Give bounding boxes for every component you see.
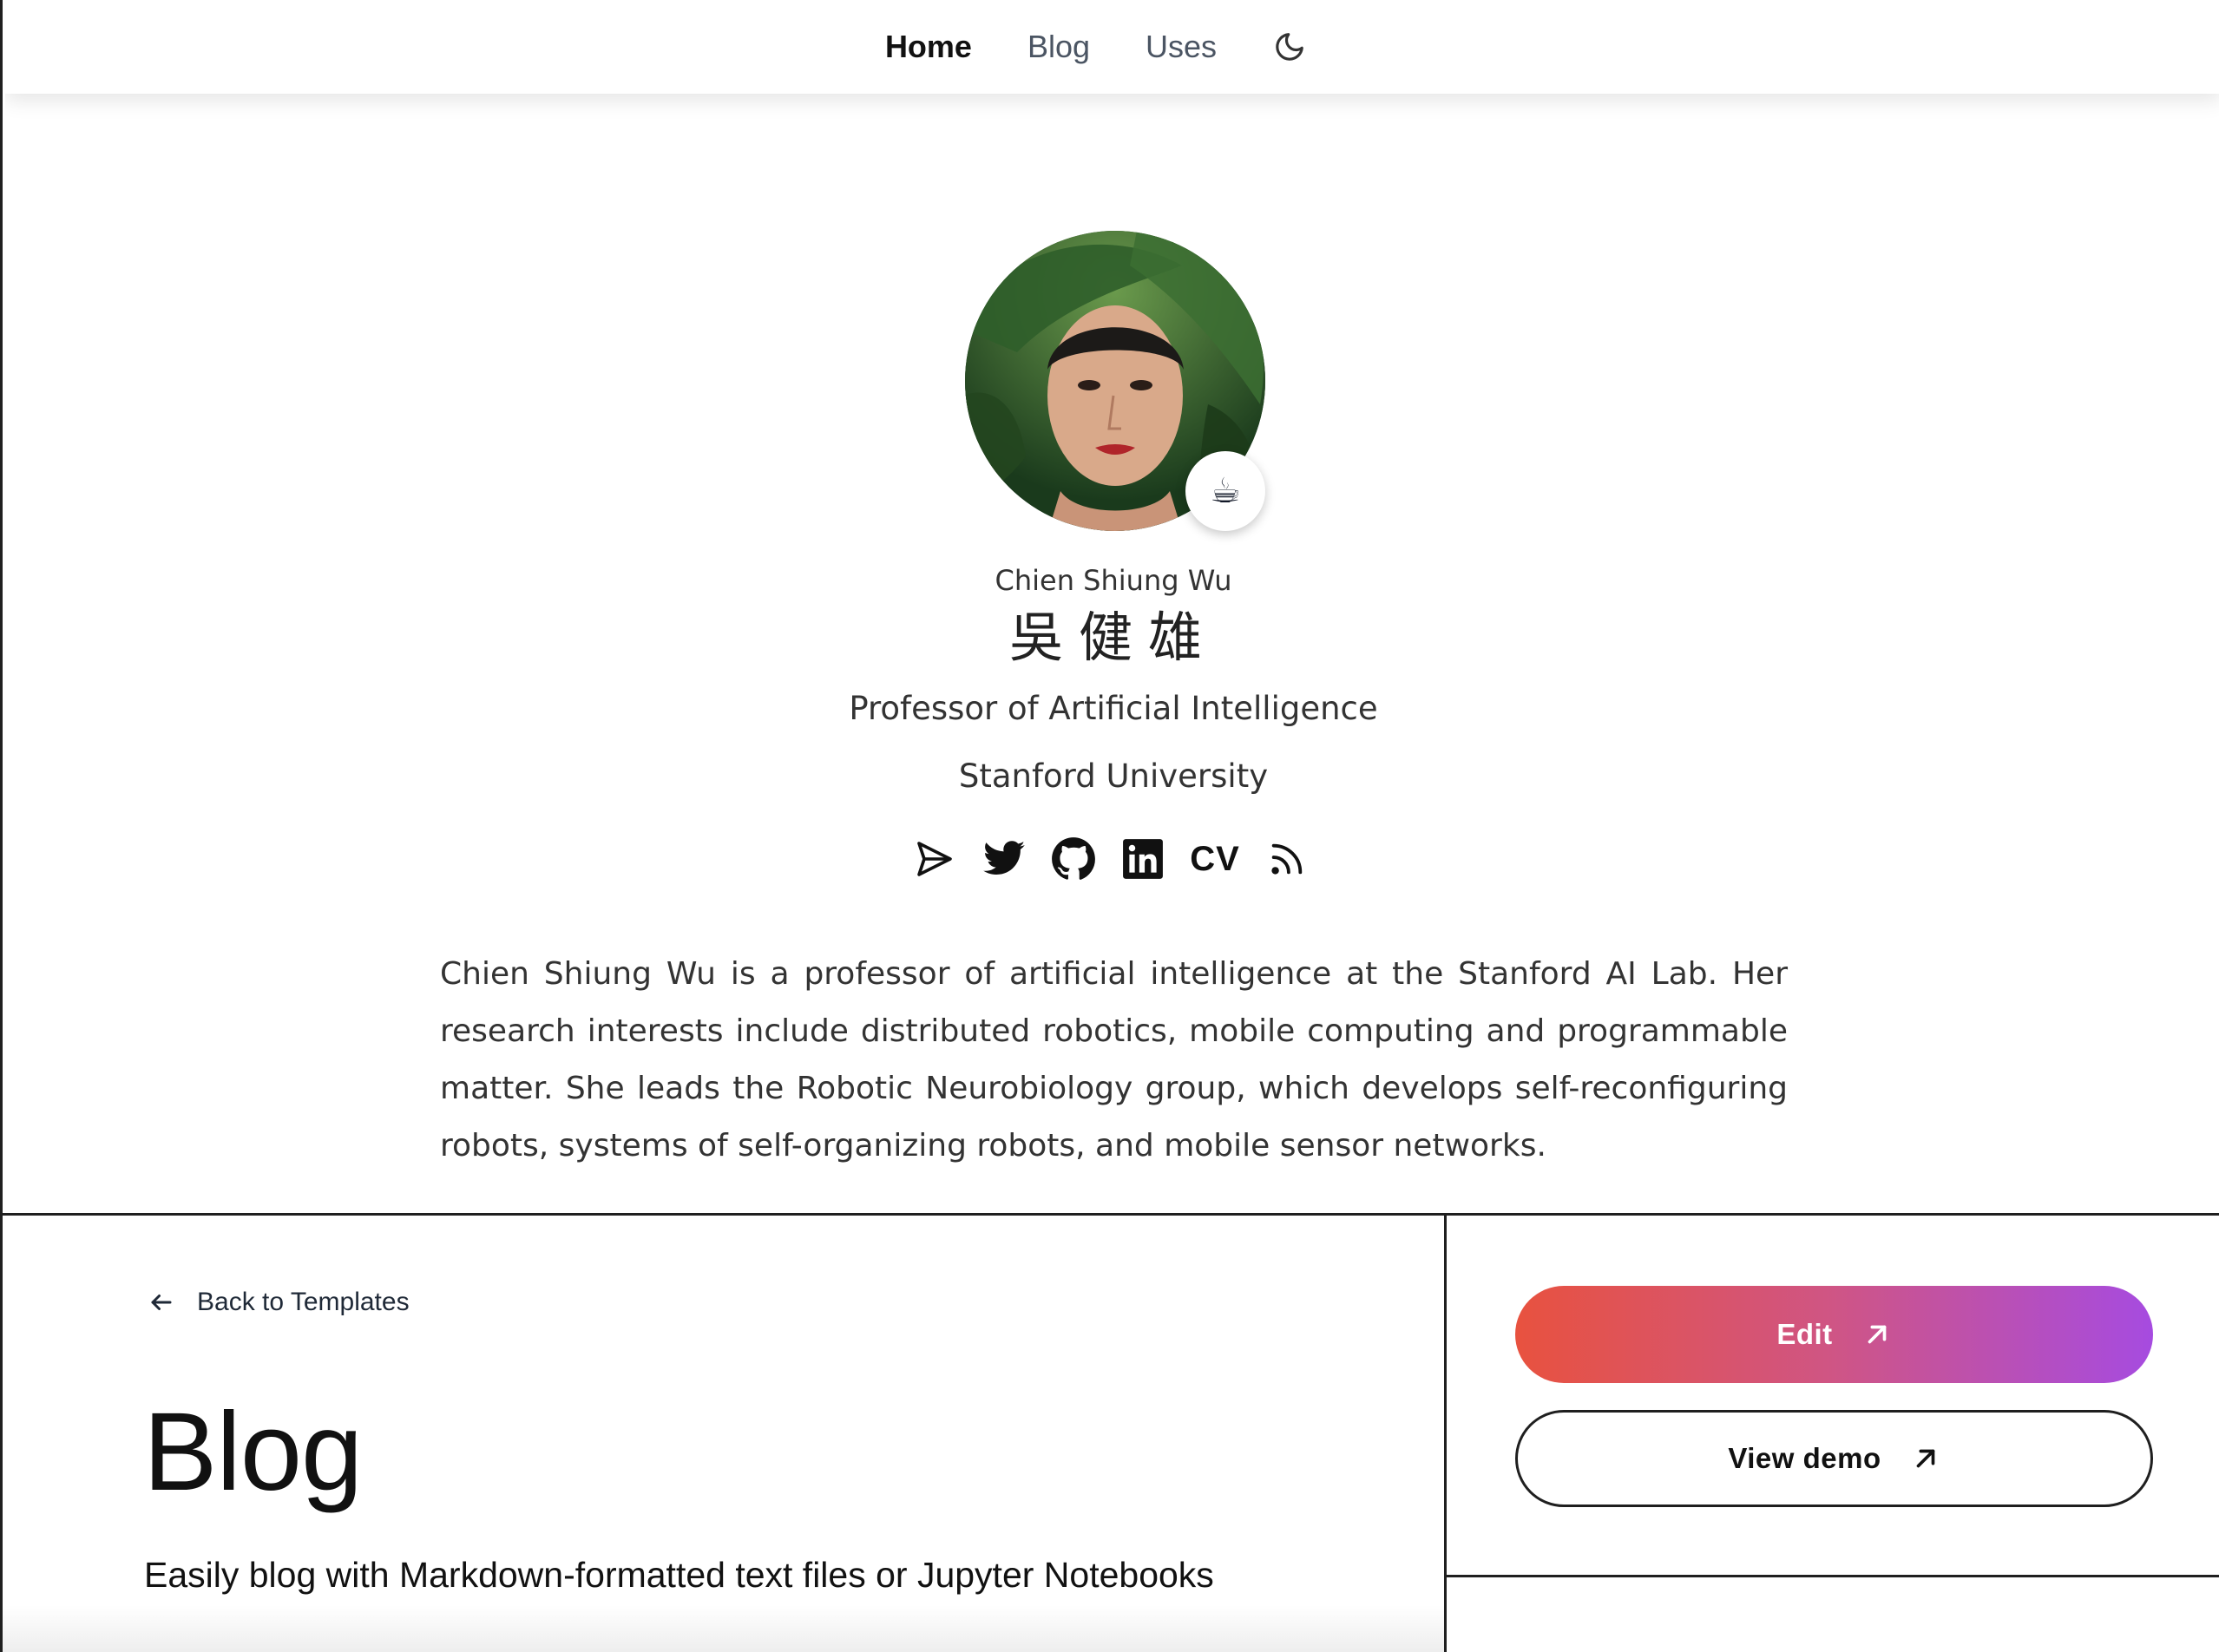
social-links: CV: [5, 836, 2219, 882]
arrow-up-right-icon: [1916, 1449, 1934, 1468]
back-to-templates-link[interactable]: Back to Templates: [148, 1288, 410, 1317]
linkedin-icon[interactable]: [1120, 836, 1165, 882]
nav-uses-link[interactable]: Uses: [1146, 29, 1217, 65]
profile-institution: Stanford University: [958, 757, 1269, 795]
send-icon[interactable]: [912, 836, 957, 882]
page-subtitle: Easily blog with Markdown-formatted text…: [144, 1555, 1214, 1595]
nav-home-link[interactable]: Home: [885, 29, 972, 65]
profile-bio: Chien Shiung Wu is a professor of artifi…: [440, 956, 1788, 1164]
moon-icon[interactable]: [1272, 30, 1307, 64]
page-title: Blog: [143, 1390, 363, 1514]
back-link-label: Back to Templates: [197, 1288, 410, 1316]
arrow-left-icon: [151, 1295, 172, 1310]
profile-name-han: 吳健雄: [1008, 606, 1218, 669]
view-demo-button[interactable]: View demo: [1515, 1410, 2153, 1507]
avatar-container: ☕: [965, 231, 1265, 531]
bottom-fade: [3, 1605, 1444, 1652]
nav-blog-link[interactable]: Blog: [1027, 29, 1090, 65]
top-navbar: Home Blog Uses: [5, 0, 2219, 94]
cv-icon[interactable]: CV: [1190, 836, 1240, 882]
view-demo-button-label: View demo: [1728, 1442, 1881, 1474]
twitter-icon[interactable]: [981, 836, 1027, 882]
arrow-up-right-icon: [1868, 1325, 1886, 1344]
profile-name-latin: Chien Shiung Wu: [995, 564, 1232, 597]
panel-divider: [1444, 1214, 1447, 1652]
actions-divider: [1447, 1575, 2219, 1577]
github-icon[interactable]: [1051, 836, 1096, 882]
profile-role: Professor of Artificial Intelligence: [849, 690, 1378, 727]
page-frame: Home Blog Uses ☕ Chien Shiung Wu 吳健雄 Pro…: [0, 0, 2219, 1652]
status-badge: ☕: [1185, 451, 1265, 531]
edit-button-label: Edit: [1776, 1318, 1833, 1350]
rss-icon[interactable]: [1264, 836, 1310, 882]
section-divider: [3, 1213, 2219, 1216]
template-preview: Home Blog Uses ☕ Chien Shiung Wu 吳健雄 Pro…: [5, 0, 2219, 1214]
edit-button[interactable]: Edit: [1515, 1286, 2153, 1383]
